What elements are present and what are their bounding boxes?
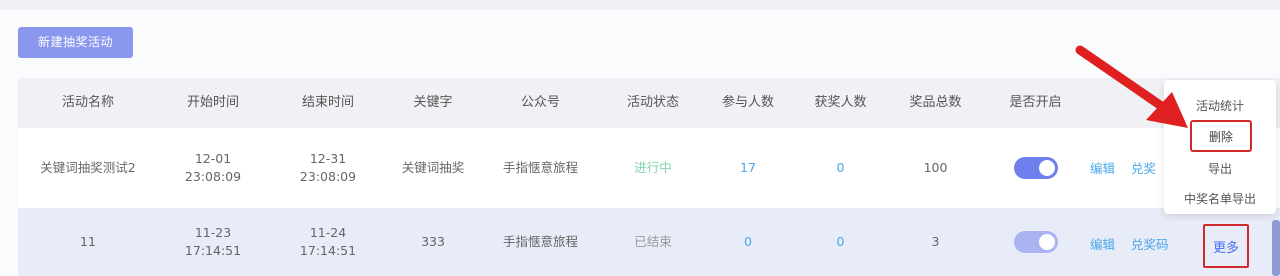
redeem-link[interactable]: 兑奖 <box>1131 158 1156 177</box>
end-time: 12-31 23:08:09 <box>268 128 388 208</box>
activity-name: 关键词抽奖测试2 <box>40 159 136 175</box>
table-row: 关键词抽奖测试2 12-01 23:08:09 12-31 23:08:09 关键词… <box>18 128 1280 208</box>
header-start: 开始时间 <box>186 94 239 110</box>
header-participants: 参与人数 <box>721 94 774 110</box>
header-name: 活动名称 <box>61 94 114 110</box>
start-time-text: 23:08:09 <box>184 169 242 184</box>
participants-link[interactable]: 17 <box>703 128 793 208</box>
top-band <box>0 0 1280 10</box>
end-date-text: 11-24 <box>309 224 347 240</box>
start-time-text: 17:14:51 <box>184 243 242 258</box>
end-date-text: 12-31 <box>309 150 347 166</box>
edit-link[interactable]: 编辑 <box>1090 158 1115 177</box>
end-time-text: 17:14:51 <box>299 243 357 258</box>
header-winners: 获奖人数 <box>814 94 867 110</box>
start-date-text: 11-23 <box>194 224 232 240</box>
end-time: 11-24 17:14:51 <box>268 208 388 276</box>
activity-name: 11 <box>80 233 96 249</box>
header-end: 结束时间 <box>301 94 354 110</box>
enabled-toggle[interactable] <box>1013 231 1058 253</box>
end-time-text: 23:08:09 <box>299 169 357 184</box>
scrollbar[interactable] <box>1272 220 1280 276</box>
keyword: 333 <box>421 233 445 249</box>
more-button[interactable]: 更多 <box>1203 224 1249 268</box>
prizes-count: 100 <box>923 159 948 175</box>
winners-link[interactable]: 0 <box>793 128 888 208</box>
toggle-knob <box>1038 234 1055 250</box>
header-account: 公众号 <box>520 94 560 110</box>
menu-item-winners-export[interactable]: 中奖名单导出 <box>1164 190 1276 207</box>
header-keyword: 关键字 <box>413 94 453 110</box>
winners-link[interactable]: 0 <box>793 208 888 276</box>
create-lottery-button[interactable]: 新建抽奖活动 <box>18 27 133 58</box>
prizes-count: 3 <box>931 233 940 249</box>
keyword: 关键词抽奖 <box>401 159 465 175</box>
red-arrow-icon <box>1075 45 1188 128</box>
account: 手指惬意旅程 <box>502 233 578 249</box>
enabled-toggle-cell <box>983 128 1088 208</box>
menu-item-export[interactable]: 导出 <box>1164 160 1276 177</box>
start-date-text: 12-01 <box>194 150 232 166</box>
enabled-toggle-cell <box>983 208 1088 276</box>
enabled-toggle[interactable] <box>1013 157 1058 179</box>
start-time: 11-23 17:14:51 <box>158 208 268 276</box>
header-prizes: 奖品总数 <box>909 94 962 110</box>
account: 手指惬意旅程 <box>502 159 578 175</box>
edit-link[interactable]: 编辑 <box>1090 234 1115 253</box>
header-status: 活动状态 <box>626 94 679 110</box>
status-badge: 进行中 <box>634 159 672 175</box>
participants-link[interactable]: 0 <box>703 208 793 276</box>
status-badge: 已结束 <box>634 233 672 249</box>
start-time: 12-01 23:08:09 <box>158 128 268 208</box>
redeem-code-link[interactable]: 兑奖码 <box>1131 234 1169 253</box>
table-row: 11 11-23 17:14:51 11-24 17:14:51 333 手指惬意旅… <box>18 208 1280 276</box>
toggle-knob <box>1038 160 1055 176</box>
